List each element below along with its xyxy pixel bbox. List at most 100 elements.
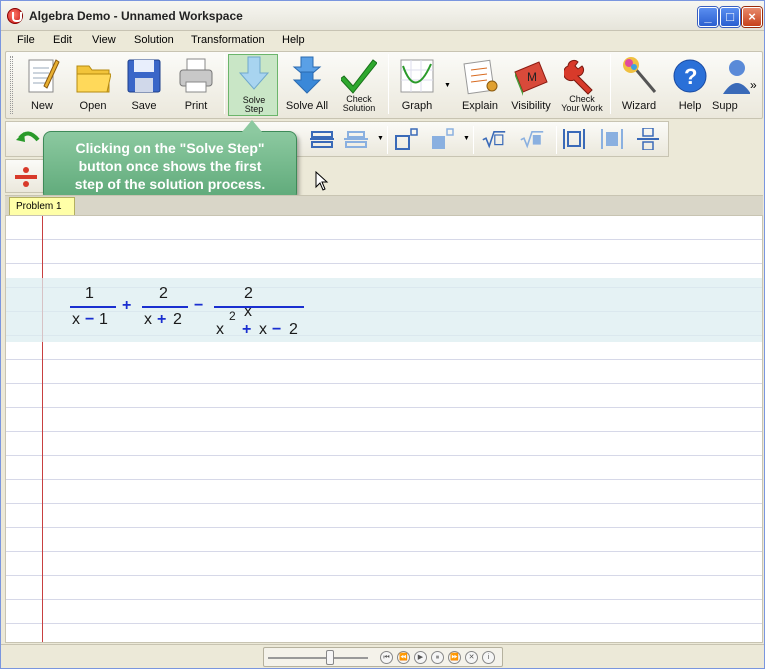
minimize-button[interactable]: _	[698, 7, 718, 27]
svg-text:M: M	[527, 70, 537, 84]
support-button[interactable]: Supp	[712, 54, 750, 116]
playback-slider-track[interactable]	[268, 657, 368, 659]
solve-all-button[interactable]: Solve All	[282, 54, 332, 116]
tooltip-line3: step of the solution process.	[74, 176, 266, 192]
bracket-box-icon[interactable]	[600, 128, 624, 150]
align-dropdown-icon[interactable]: ▼	[377, 135, 384, 142]
folder-icon	[76, 65, 111, 93]
check-solution-line2: Solution	[342, 103, 376, 113]
menu-help[interactable]: Help	[282, 34, 305, 46]
solve-step-line2: Step	[244, 104, 264, 114]
term3-denominator-op2: −	[272, 321, 282, 338]
printer-icon	[179, 58, 213, 93]
save-button[interactable]: Save	[119, 54, 169, 116]
info-icon[interactable]: i	[482, 651, 495, 664]
graph-button[interactable]: Graph	[392, 54, 442, 116]
undo-icon[interactable]	[16, 128, 40, 150]
playback-control-panel: ⏮ ⏪ ▶ ⏸ ⏩ ✕ i	[263, 647, 503, 667]
support-person-icon	[723, 60, 750, 94]
tab-problem-1[interactable]: Problem 1	[9, 197, 75, 217]
fast-forward-icon[interactable]: ⏩	[448, 651, 461, 664]
graph-icon	[400, 59, 434, 93]
align-stack-icon[interactable]	[344, 128, 368, 150]
new-button[interactable]: New	[17, 54, 67, 116]
checkmark-icon	[341, 59, 377, 94]
explain-document-icon	[463, 59, 498, 95]
workspace-notebook[interactable]: 1 x − 1 + 2 x + 2 − 2 x x 2 + x − 2	[5, 215, 763, 643]
floppy-disk-icon	[127, 59, 161, 93]
maximize-button[interactable]: □	[720, 7, 740, 27]
check-solution-label: Check Solution	[328, 95, 390, 113]
square-root-icon[interactable]	[482, 128, 506, 150]
term3-denominator-const: 2	[289, 321, 298, 338]
divide-icon[interactable]	[14, 166, 38, 188]
check-your-work-line2: Your Work	[561, 103, 603, 113]
print-button[interactable]: Print	[171, 54, 221, 116]
problem-tab-strip: Problem 1	[5, 195, 763, 217]
stop-icon[interactable]: ✕	[465, 651, 478, 664]
operator-minus: −	[194, 297, 204, 314]
term3-fraction-bar	[214, 306, 304, 308]
toolbar-overflow-button[interactable]: »	[750, 78, 757, 92]
pause-icon[interactable]: ⏸	[431, 651, 444, 664]
playback-slider-thumb[interactable]	[326, 650, 334, 665]
term1-denominator-const: 1	[99, 311, 108, 328]
absolute-value-icon[interactable]	[562, 128, 586, 150]
support-label: Supp	[712, 100, 738, 112]
svg-text:?: ?	[684, 64, 697, 89]
skip-to-start-icon[interactable]: ⏮	[380, 651, 393, 664]
visibility-button[interactable]: M Visibility	[506, 54, 556, 116]
graph-dropdown-icon[interactable]: ▼	[444, 82, 451, 89]
toolbar-separator	[556, 126, 557, 154]
term1-fraction-bar	[70, 306, 116, 308]
expression-row[interactable]	[6, 278, 762, 342]
solve-step-tooltip: Clicking on the "Solve Step" button once…	[43, 120, 297, 201]
operator-plus: +	[122, 297, 132, 314]
tooltip-line1: Clicking on the "Solve Step"	[75, 140, 265, 156]
menu-view[interactable]: View	[92, 34, 116, 46]
check-solution-button[interactable]: Check Solution	[334, 54, 384, 116]
subscript-box-icon[interactable]	[430, 128, 454, 150]
down-arrow-icon	[238, 56, 270, 90]
help-button[interactable]: ? Help	[665, 54, 715, 116]
fraction-icon[interactable]	[636, 128, 660, 150]
menu-transformation[interactable]: Transformation	[191, 34, 265, 46]
wizard-button[interactable]: Wizard	[614, 54, 664, 116]
wrench-icon	[564, 59, 593, 95]
title-bar[interactable]: Algebra Demo - Unnamed Workspace _ □ ×	[1, 1, 764, 31]
double-down-arrow-icon	[292, 56, 322, 94]
play-icon[interactable]: ▶	[414, 651, 427, 664]
menu-solution[interactable]: Solution	[134, 34, 174, 46]
term1-numerator: 1	[85, 285, 94, 302]
rewind-icon[interactable]: ⏪	[397, 651, 410, 664]
magic-wand-icon	[623, 57, 657, 93]
term3-denominator-exponent: 2	[229, 309, 236, 323]
division-toolbar	[5, 159, 45, 193]
superscript-box-icon[interactable]	[394, 128, 418, 150]
menu-edit[interactable]: Edit	[53, 34, 72, 46]
mouse-cursor-icon	[315, 171, 329, 191]
term3-denominator-x2: x	[259, 321, 267, 338]
window-title: Algebra Demo - Unnamed Workspace	[29, 9, 243, 23]
term1-denominator-x: x	[72, 311, 80, 328]
align-center-icon[interactable]	[310, 128, 334, 150]
term2-numerator: 2	[159, 285, 168, 302]
solve-step-button[interactable]: Solve Step	[228, 54, 278, 116]
menu-file[interactable]: File	[17, 34, 35, 46]
term2-denominator-op: +	[157, 311, 167, 328]
term1-denominator-op: −	[85, 311, 95, 328]
toolbar-separator	[473, 126, 474, 154]
close-button[interactable]: ×	[742, 7, 762, 27]
term3-numerator: 2 x	[244, 285, 253, 320]
explain-button[interactable]: Explain	[455, 54, 505, 116]
check-your-work-button[interactable]: Check Your Work	[557, 54, 607, 116]
box-dropdown-icon[interactable]: ▼	[463, 135, 470, 142]
term3-denominator-x: x	[216, 321, 224, 338]
tooltip-line2: button once shows the first	[78, 158, 262, 174]
nth-root-icon[interactable]	[520, 128, 544, 150]
open-button[interactable]: Open	[68, 54, 118, 116]
print-label: Print	[184, 100, 208, 112]
term3-denominator-op1: +	[242, 321, 252, 338]
term2-denominator-const: 2	[173, 311, 182, 328]
help-icon: ?	[673, 59, 707, 93]
